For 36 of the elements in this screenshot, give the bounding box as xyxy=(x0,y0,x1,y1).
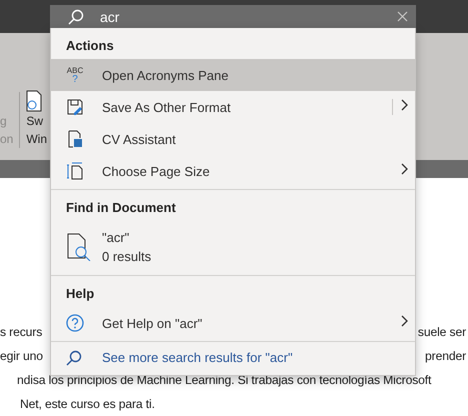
menu-item[interactable]: Save As Other Format xyxy=(51,91,415,123)
search-input[interactable]: acr xyxy=(100,8,381,24)
search-icon xyxy=(66,350,82,366)
document-text: suele ser xyxy=(418,324,466,341)
section-heading: Help xyxy=(65,285,96,303)
ribbon-label: g xyxy=(0,113,7,130)
result-count: 0 results xyxy=(102,248,152,266)
search-icon xyxy=(68,8,84,24)
search-result[interactable]: "acr" 0 results xyxy=(51,221,415,273)
save-icon xyxy=(66,98,84,116)
ribbon-label: on xyxy=(0,131,14,148)
menu-item[interactable]: ABC ? Open Acronyms Pane xyxy=(51,59,415,91)
document-text: prender xyxy=(425,348,466,365)
section-heading: Find in Document xyxy=(65,199,177,217)
chevron-right-icon xyxy=(401,163,409,175)
document-text: Net, este curso es para ti. xyxy=(20,396,155,413)
menu-item[interactable]: Get Help on "acr" xyxy=(51,307,415,339)
chevron-right-icon xyxy=(401,315,409,327)
document-text: s recurs xyxy=(0,324,42,341)
document-icon xyxy=(66,130,84,148)
menu-item[interactable]: CV Assistant xyxy=(51,123,415,155)
close-icon[interactable] xyxy=(397,11,408,22)
more-results-link[interactable]: See more search results for "acr" xyxy=(102,350,293,365)
menu-item[interactable]: Choose Page Size xyxy=(51,155,415,187)
search-field[interactable]: acr xyxy=(50,5,416,28)
ribbon-label: Win xyxy=(26,131,48,148)
page-size-icon xyxy=(66,162,84,180)
document-search-icon xyxy=(66,233,92,261)
ribbon-label: Sw xyxy=(26,113,44,130)
section-heading: Actions xyxy=(65,37,115,55)
result-title: "acr" xyxy=(102,229,130,247)
document-text: egir uno xyxy=(0,348,43,365)
document-icon xyxy=(26,90,42,112)
acronym-icon: ABC ? xyxy=(66,66,84,84)
chevron-right-icon xyxy=(401,99,409,111)
help-icon xyxy=(66,314,84,332)
